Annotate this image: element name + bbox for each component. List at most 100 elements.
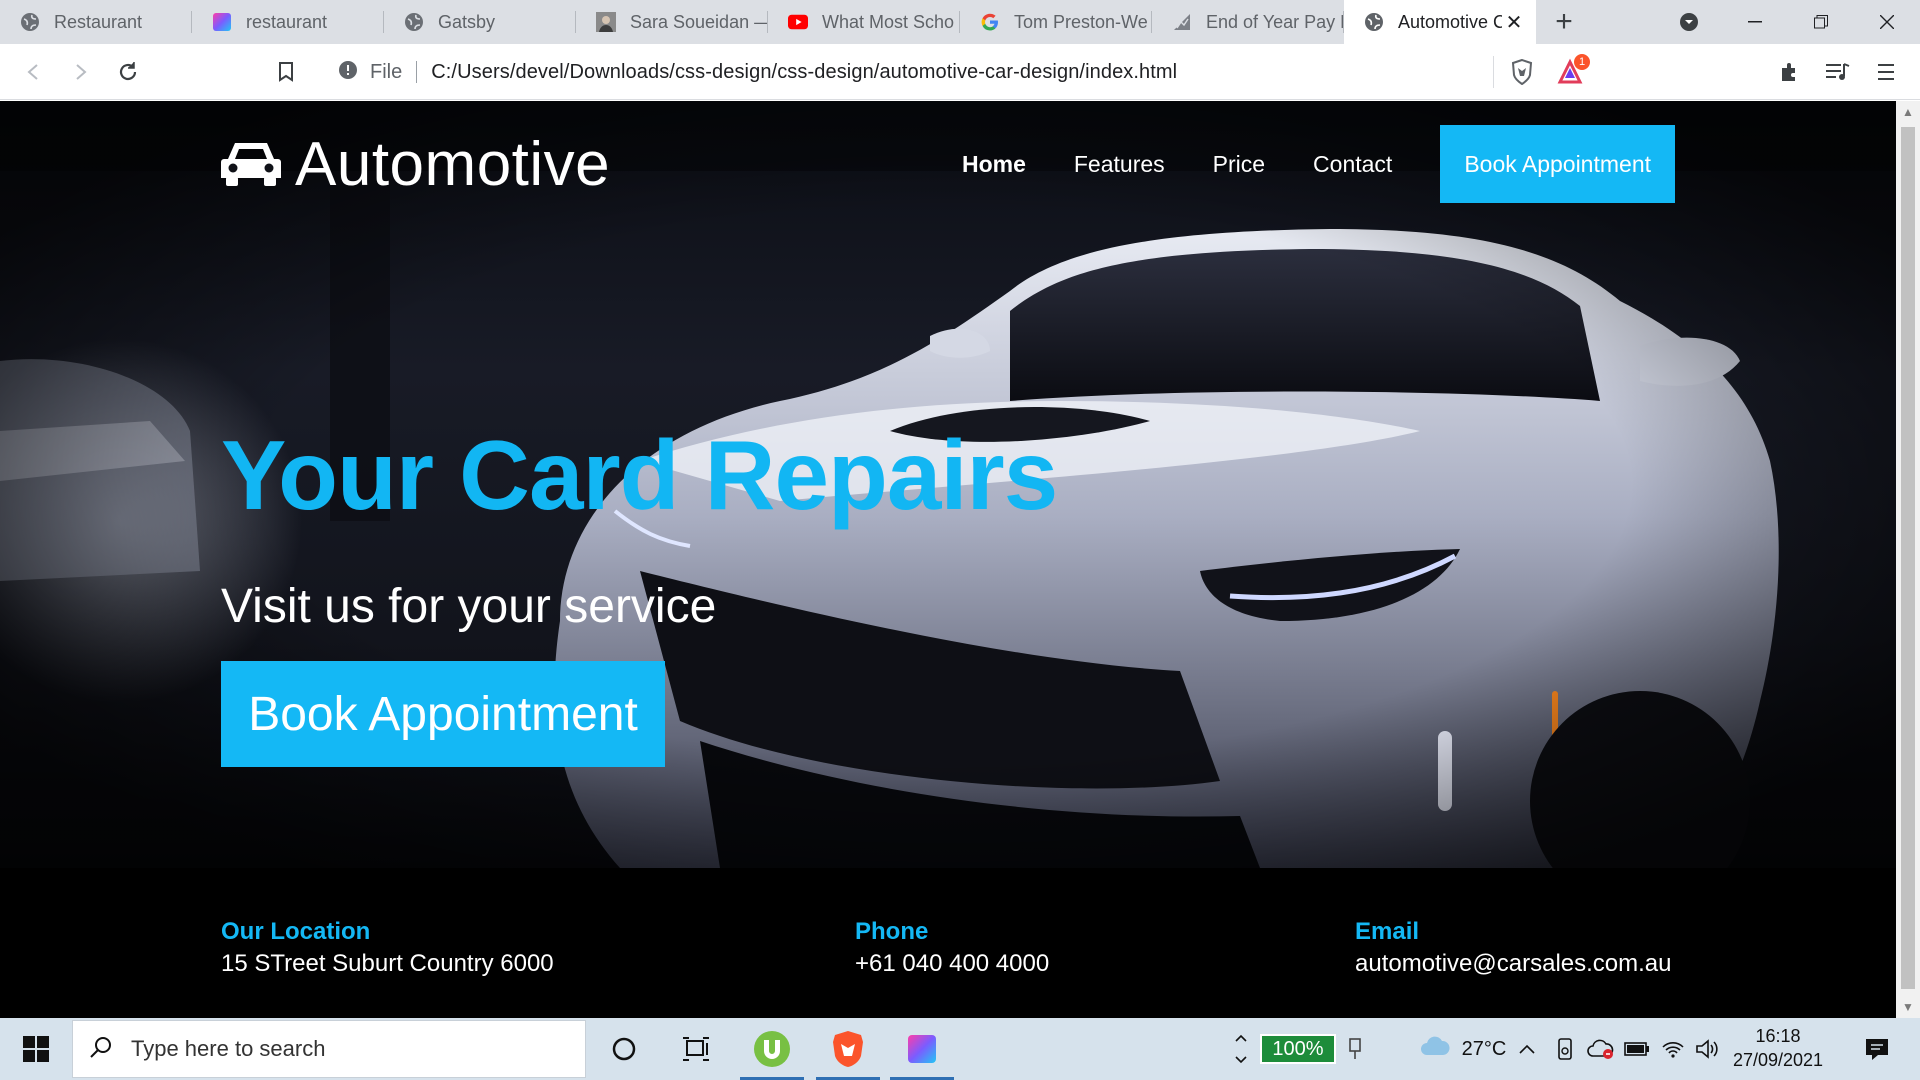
scheme-label: File bbox=[370, 60, 403, 83]
hero-book-appointment-button[interactable]: Book Appointment bbox=[221, 661, 665, 767]
globe-icon bbox=[1364, 12, 1384, 32]
tab-title: restaurant bbox=[246, 11, 328, 32]
logo-text: Automotive bbox=[295, 130, 611, 199]
nav-link-features[interactable]: Features bbox=[1074, 151, 1165, 178]
email-value[interactable]: automotive@carsales.com.au bbox=[1355, 950, 1672, 978]
menu-icon[interactable] bbox=[1870, 56, 1902, 88]
tab-title: Restaurant bbox=[54, 11, 143, 32]
browser-tab[interactable]: Tom Preston-We bbox=[960, 0, 1152, 44]
cloud-icon bbox=[1420, 1035, 1450, 1063]
location-value: 15 STreet Suburt Country 6000 bbox=[221, 950, 554, 977]
nav-link-home[interactable]: Home bbox=[962, 151, 1026, 178]
email-heading: Email bbox=[1355, 918, 1420, 945]
site-navbar: Automotive Home Features Price Contact B… bbox=[221, 125, 1675, 203]
minimize-icon[interactable] bbox=[1722, 0, 1788, 44]
close-window-icon[interactable] bbox=[1854, 0, 1920, 44]
taskbar-clock[interactable]: 16:18 27/09/2021 bbox=[1718, 1024, 1838, 1072]
nav-links: Home Features Price Contact Book Appoint… bbox=[962, 125, 1675, 203]
footer-location: Our Location 15 STreet Suburt Country 60… bbox=[221, 918, 554, 978]
location-heading: Our Location bbox=[221, 918, 371, 945]
browser-tab[interactable]: Gatsby bbox=[384, 0, 576, 44]
tab-title: Automotive C bbox=[1398, 11, 1502, 32]
hero-section: Automotive Home Features Price Contact B… bbox=[0, 101, 1896, 868]
tab-title: Sara Soueidan — bbox=[630, 11, 768, 32]
address-bar[interactable]: File C:/Users/devel/Downloads/css-design… bbox=[322, 53, 1492, 91]
hero-title: Your Card Repairs bbox=[221, 420, 1058, 530]
document-icon bbox=[1172, 12, 1192, 32]
forward-icon[interactable] bbox=[64, 56, 96, 88]
browser-tab[interactable]: restaurant bbox=[192, 0, 384, 44]
url-text[interactable]: C:/Users/devel/Downloads/css-design/css-… bbox=[431, 61, 1177, 84]
search-placeholder: Type here to search bbox=[131, 1036, 326, 1061]
avatar-icon bbox=[596, 12, 616, 32]
phone-value[interactable]: +61 040 400 4000 bbox=[855, 950, 1049, 978]
tab-title: What Most Scho bbox=[822, 11, 955, 32]
window-controls bbox=[1656, 0, 1920, 44]
page-viewport: Automotive Home Features Price Contact B… bbox=[0, 101, 1896, 1018]
tray-chevron-icon[interactable] bbox=[1228, 1018, 1254, 1080]
nav-link-price[interactable]: Price bbox=[1213, 151, 1265, 178]
scroll-up-icon[interactable]: ▲ bbox=[1896, 101, 1920, 123]
scrollbar-thumb[interactable] bbox=[1901, 127, 1915, 989]
clock-time: 16:18 bbox=[1755, 1026, 1801, 1046]
toolbar-divider bbox=[1493, 56, 1494, 88]
hero-subtitle: Visit us for your service bbox=[221, 580, 717, 633]
browser-tab-active[interactable]: Automotive C ✕ bbox=[1344, 0, 1536, 44]
google-icon bbox=[980, 12, 1000, 32]
address-divider bbox=[416, 61, 418, 83]
tab-search-icon[interactable] bbox=[1656, 0, 1722, 44]
brave-shield-icon[interactable] bbox=[1506, 56, 1538, 88]
browser-tab[interactable]: What Most Scho bbox=[768, 0, 960, 44]
taskbar-search-box[interactable]: Type here to search bbox=[72, 1020, 586, 1078]
tab-title: Tom Preston-We bbox=[1014, 11, 1148, 32]
globe-icon bbox=[404, 12, 424, 32]
reload-icon[interactable] bbox=[112, 56, 144, 88]
utorrent-icon[interactable] bbox=[736, 1018, 808, 1080]
battery-level-badge[interactable]: 100% bbox=[1260, 1034, 1336, 1064]
task-view-icon[interactable] bbox=[660, 1018, 732, 1080]
back-icon[interactable] bbox=[18, 56, 50, 88]
phone-heading: Phone bbox=[855, 918, 929, 945]
cortana-icon[interactable] bbox=[588, 1018, 660, 1080]
car-icon bbox=[221, 137, 281, 192]
tray-up-icon[interactable] bbox=[1512, 1018, 1542, 1080]
browser-tab[interactable]: Sara Soueidan — bbox=[576, 0, 768, 44]
wifi-icon[interactable] bbox=[1656, 1018, 1690, 1080]
restore-icon[interactable] bbox=[1788, 0, 1854, 44]
info-icon[interactable] bbox=[338, 60, 358, 85]
windows-taskbar: Type here to search 100% 27°C 16:18 27/0… bbox=[0, 1018, 1920, 1080]
footer-phone: Phone +61 040 400 4000 bbox=[855, 918, 1049, 978]
rewards-badge: 1 bbox=[1574, 54, 1590, 70]
browser-tab-strip: Restaurant restaurant Gatsby Sara Soueid… bbox=[0, 0, 1920, 44]
extensions-icon[interactable] bbox=[1774, 56, 1806, 88]
browser-tab[interactable]: Restaurant bbox=[0, 0, 192, 44]
brave-browser-icon[interactable] bbox=[812, 1018, 884, 1080]
page-scrollbar[interactable]: ▲ ▼ bbox=[1896, 101, 1920, 1018]
scroll-down-icon[interactable]: ▼ bbox=[1896, 996, 1920, 1018]
weather-temp: 27°C bbox=[1461, 1037, 1507, 1060]
footer-email: Email automotive@carsales.com.au bbox=[1355, 918, 1672, 978]
brave-rewards-icon[interactable]: 1 bbox=[1556, 54, 1590, 88]
tab-title: Gatsby bbox=[438, 11, 496, 32]
app-gradient-icon[interactable] bbox=[886, 1018, 958, 1080]
playlist-icon[interactable] bbox=[1822, 56, 1854, 88]
nav-book-appointment-button[interactable]: Book Appointment bbox=[1440, 125, 1675, 203]
youtube-icon bbox=[788, 12, 808, 32]
battery-icon[interactable] bbox=[1620, 1018, 1654, 1080]
tab-title: End of Year Pay R bbox=[1206, 11, 1344, 32]
usb-icon[interactable] bbox=[1340, 1018, 1370, 1080]
browser-tab[interactable]: End of Year Pay R bbox=[1152, 0, 1344, 44]
onedrive-error-icon[interactable] bbox=[1584, 1018, 1618, 1080]
colorful-square-icon bbox=[212, 12, 232, 32]
device-icon[interactable] bbox=[1550, 1018, 1580, 1080]
windows-start-icon[interactable] bbox=[0, 1018, 72, 1080]
close-tab-icon[interactable]: ✕ bbox=[1502, 10, 1526, 34]
new-tab-button[interactable]: + bbox=[1536, 0, 1592, 44]
bookmark-icon[interactable] bbox=[270, 56, 302, 88]
search-icon bbox=[89, 1035, 113, 1064]
clock-date: 27/09/2021 bbox=[1732, 1050, 1824, 1070]
weather-widget[interactable]: 27°C bbox=[1398, 1018, 1528, 1080]
site-logo[interactable]: Automotive bbox=[221, 129, 610, 200]
notifications-icon[interactable] bbox=[1852, 1018, 1902, 1080]
nav-link-contact[interactable]: Contact bbox=[1313, 151, 1392, 178]
